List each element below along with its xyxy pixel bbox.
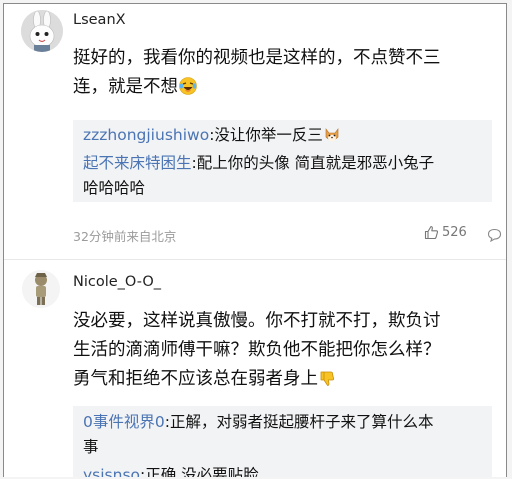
comment-list-panel: LseanX 挺好的，我看你的视频也是这样的，不点赞不三 连，就是不想 zzzh…: [3, 3, 507, 477]
reply-text: :配上你的头像 简直就是邪恶小兔子: [191, 154, 435, 172]
comment-text: 没必要，这样说真傲慢。你不打就不打，欺负讨 生活的滴滴师傅干嘛？欺负他不能把你怎…: [73, 307, 441, 397]
username[interactable]: Nicole_O-O_: [73, 274, 161, 290]
comment-text-line: 勇气和拒绝不应该总在弱者身上: [73, 369, 318, 389]
avatar[interactable]: [21, 10, 63, 52]
comment-text-line: 生活的滴滴师傅干嘛？欺负他不能把你怎么样？: [73, 340, 441, 360]
comment-text-line: 连，就是不想: [73, 77, 178, 97]
reply-text: 事: [83, 438, 99, 456]
comment-text-line: 挺好的，我看你的视频也是这样的，不点赞不三: [73, 48, 441, 68]
comment-bubble-icon: [487, 228, 502, 243]
reply-list[interactable]: 0事件视界0:正解，对弱者挺起腰杆子来了算什么本 事 ysisnso:正确 没必…: [73, 406, 492, 477]
reply-item[interactable]: ysisnso:正确 没必要贴脸: [83, 463, 482, 477]
thumbs-up-icon: [424, 225, 439, 240]
character-avatar-icon: [22, 270, 60, 308]
like-count: 526: [442, 225, 467, 240]
comment-text-line: 没必要，这样说真傲慢。你不打就不打，欺负讨: [73, 311, 441, 331]
reply-username[interactable]: zzzhongjiushiwo: [83, 126, 209, 144]
reply-text: :正解，对弱者挺起腰杆子来了算什么本: [164, 413, 434, 431]
reply-username[interactable]: ysisnso: [83, 466, 140, 477]
like-button[interactable]: 526: [424, 225, 467, 240]
divider: [4, 259, 506, 260]
reply-item[interactable]: 0事件视界0:正解，对弱者挺起腰杆子来了算什么本 事: [83, 410, 482, 460]
shiba-dog-emoji-icon: [324, 126, 340, 151]
avatar[interactable]: [22, 270, 60, 308]
reply-item[interactable]: zzzhongjiushiwo:没让你举一反三: [83, 123, 482, 151]
thumbs-down-emoji-icon: [319, 368, 336, 397]
reply-username[interactable]: 0事件视界0: [83, 413, 165, 431]
reply-button[interactable]: [487, 227, 502, 246]
reply-text: 哈哈哈哈: [83, 179, 146, 197]
reply-text: :正确 没必要贴脸: [140, 466, 259, 477]
reply-username[interactable]: 起不来床特困生: [83, 154, 192, 172]
laughing-crying-emoji-icon: [179, 76, 197, 105]
reply-text: :没让你举一反三: [209, 126, 323, 144]
username[interactable]: LseanX: [73, 12, 126, 28]
reply-item[interactable]: 起不来床特困生:配上你的头像 简直就是邪恶小兔子 哈哈哈哈: [83, 151, 482, 201]
comment-text: 挺好的，我看你的视频也是这样的，不点赞不三 连，就是不想: [73, 44, 441, 105]
comment-time-location: 32分钟前来自北京: [73, 229, 177, 244]
reply-list[interactable]: zzzhongjiushiwo:没让你举一反三 起不来床特困生:配上你的头像 简…: [73, 120, 492, 202]
rabbit-avatar-icon: [21, 10, 63, 52]
